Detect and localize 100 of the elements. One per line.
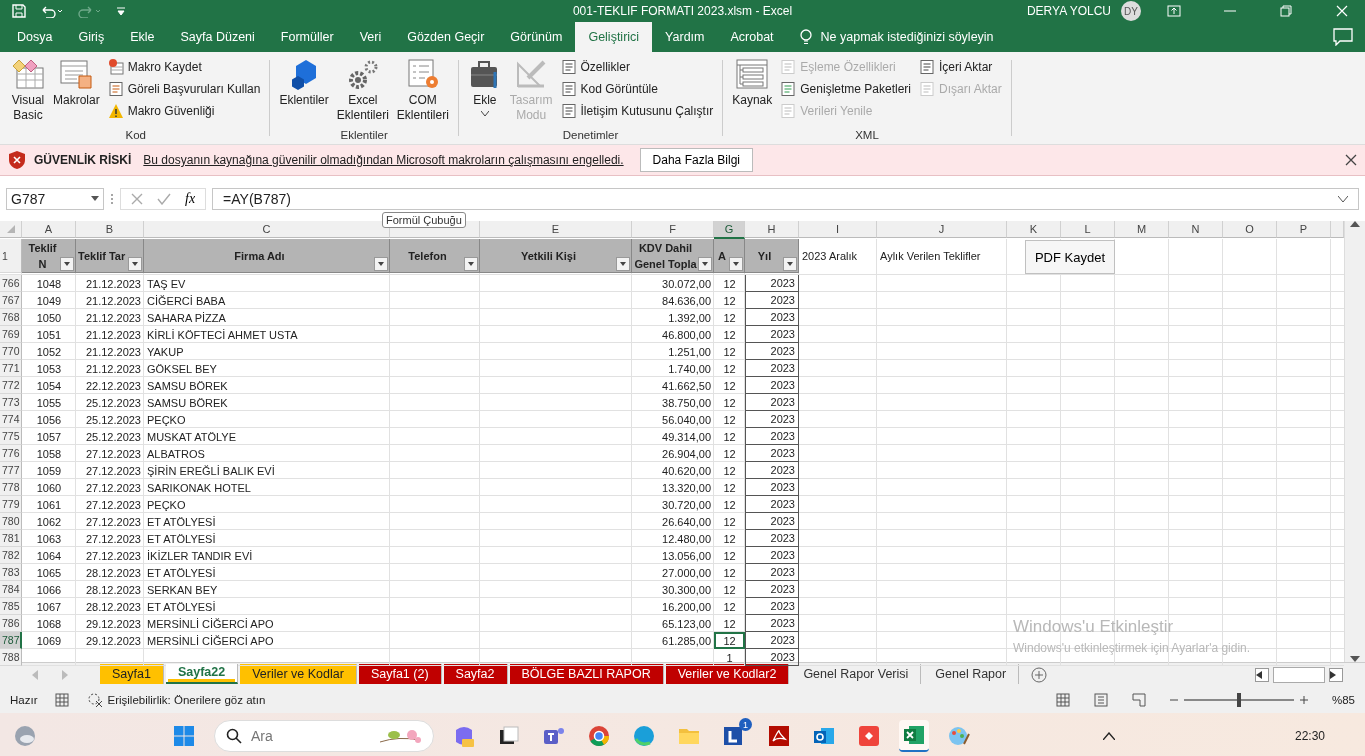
row-header[interactable]: 1 [0,239,22,273]
column-header[interactable]: H [745,221,799,238]
row-header[interactable]: 788 [0,649,22,666]
ribbon-button[interactable]: Makro Kaydet [104,57,264,77]
ribbon-tab[interactable]: Sayfa Düzeni [167,22,268,52]
page-layout-icon[interactable] [1093,692,1108,707]
sheet-tab[interactable]: Sayfa2 [443,664,508,684]
formula-field[interactable]: =AY(B787) [212,187,1359,210]
scroll-left-button[interactable] [1255,667,1269,682]
column-header[interactable]: G [714,221,745,239]
row-header[interactable]: 785 [0,598,22,615]
column-header[interactable]: P [1277,221,1331,238]
row-header[interactable]: 783 [0,564,22,581]
customize-icon[interactable] [116,6,126,16]
zoom-level[interactable]: %85 [1331,693,1355,706]
column-header[interactable]: E [480,221,632,238]
zoom-in-icon[interactable] [1299,695,1308,704]
cancel-icon[interactable] [131,192,143,205]
row-header[interactable]: 772 [0,377,22,394]
undo-icon[interactable] [40,4,64,18]
sheet-tab[interactable]: Sayfa22 [165,664,239,684]
sheet-tab[interactable]: BÖLGE BAZLI RAPOR [509,664,664,684]
row-header[interactable]: 779 [0,496,22,513]
row-header[interactable]: 770 [0,343,22,360]
ribbon-button[interactable]: Göreli Başvuruları Kullan [104,79,264,99]
tell-me-field[interactable]: Ne yapmak istediğinizi söyleyin [820,30,994,44]
ribbon-button[interactable]: COM Eklentileri [393,56,452,129]
normal-view-icon[interactable] [1055,692,1070,707]
clock[interactable]: 22:30 [1294,729,1325,743]
filter-button[interactable] [729,257,743,271]
row-header[interactable]: 773 [0,394,22,411]
column-header[interactable]: K [1007,221,1061,238]
sheet-tab[interactable]: Genel Rapor [923,664,1020,684]
row-header[interactable]: 777 [0,462,22,479]
accessibility-status[interactable]: Erişilebilirlik: Önerilere göz atın [107,693,266,706]
column-header[interactable]: B [76,221,144,238]
ribbon-tab[interactable]: Dosya [4,22,66,52]
column-header[interactable]: I [799,221,877,238]
chrome-icon[interactable] [587,724,611,748]
filter-button[interactable] [698,257,712,271]
sheet-tab[interactable]: Veriler ve Kodlar [240,664,357,684]
close-button[interactable] [1345,154,1357,166]
ribbon-button[interactable]: İçeri Aktar [916,57,1005,77]
ribbon-tab[interactable]: Görünüm [497,22,576,52]
save-icon[interactable] [12,4,26,18]
insert-function-button[interactable]: fx [185,190,196,207]
ribbon-button[interactable]: Özellikler [557,57,717,77]
ribbon-button[interactable]: Excel Eklentileri [333,56,392,129]
filter-button[interactable] [616,257,630,271]
edge-icon[interactable] [632,724,656,748]
pdf-reader-icon[interactable] [767,724,791,748]
tray-caret-icon[interactable] [1102,732,1115,740]
ribbon-tab[interactable]: Acrobat [717,22,787,52]
sheet-tab[interactable]: Sayfa1 [100,664,164,684]
ribbon-button[interactable]: Makrolar [50,56,103,129]
row-header[interactable]: 781 [0,530,22,547]
ribbon-button[interactable]: Ekle [464,56,505,129]
column-header[interactable]: C [144,221,390,238]
filter-button[interactable] [464,257,478,271]
column-header[interactable]: A [22,221,76,238]
scroll-right-button[interactable] [1329,667,1343,682]
ribbon-button[interactable]: Genişletme Paketleri [777,79,914,99]
row-header[interactable]: 780 [0,513,22,530]
ribbon-tab[interactable]: Geliştirici [575,22,653,52]
horizontal-scrollbar[interactable] [1273,666,1325,683]
ribbon-button[interactable]: Eklentiler [276,56,332,129]
ribbon-tab[interactable]: Gözden Geçir [394,22,498,52]
ribbon-tab[interactable]: Yardım [652,22,718,52]
ribbon-tab[interactable]: Veri [346,22,395,52]
row-header[interactable]: 776 [0,445,22,462]
ribbon-tab[interactable]: Formüller [267,22,347,52]
ribbon-tab[interactable]: Giriş [65,22,118,52]
column-header[interactable]: M [1115,221,1169,238]
row-header[interactable]: 767 [0,292,22,309]
sheet-tab[interactable]: Genel Rapor Verisi [791,664,922,684]
row-header[interactable]: 766 [0,275,22,292]
filter-button[interactable] [374,257,388,271]
ribbon-button[interactable]: Kod Görüntüle [557,79,717,99]
check-icon[interactable] [157,192,171,205]
row-header[interactable]: 769 [0,326,22,343]
expand-icon[interactable] [1338,195,1348,202]
column-header[interactable]: N [1169,221,1223,238]
ribbon-button[interactable]: Kaynak [729,56,776,129]
row-header[interactable]: 768 [0,309,22,326]
column-header[interactable]: O [1223,221,1277,238]
column-header[interactable]: L [1061,221,1115,238]
user-avatar[interactable]: DY [1121,1,1141,21]
filter-button[interactable] [783,257,797,271]
row-header[interactable]: 775 [0,428,22,445]
filter-button[interactable] [128,257,142,271]
ribbon-button[interactable]: İletişim Kutusunu Çalıştır [557,101,717,121]
search-field[interactable]: Ara [214,720,434,752]
ribbon-button[interactable]: Visual Basic [8,56,48,129]
row-header[interactable]: 774 [0,411,22,428]
row-header[interactable]: 786 [0,615,22,632]
column-header[interactable]: F [632,221,714,238]
sheet-tab[interactable]: Sayfa1 (2) [358,664,442,684]
pdf-save-button[interactable]: PDF Kaydet [1025,240,1115,274]
ribbon-button[interactable]: Makro Güvenliği [104,101,264,121]
paint-icon[interactable] [947,724,971,748]
